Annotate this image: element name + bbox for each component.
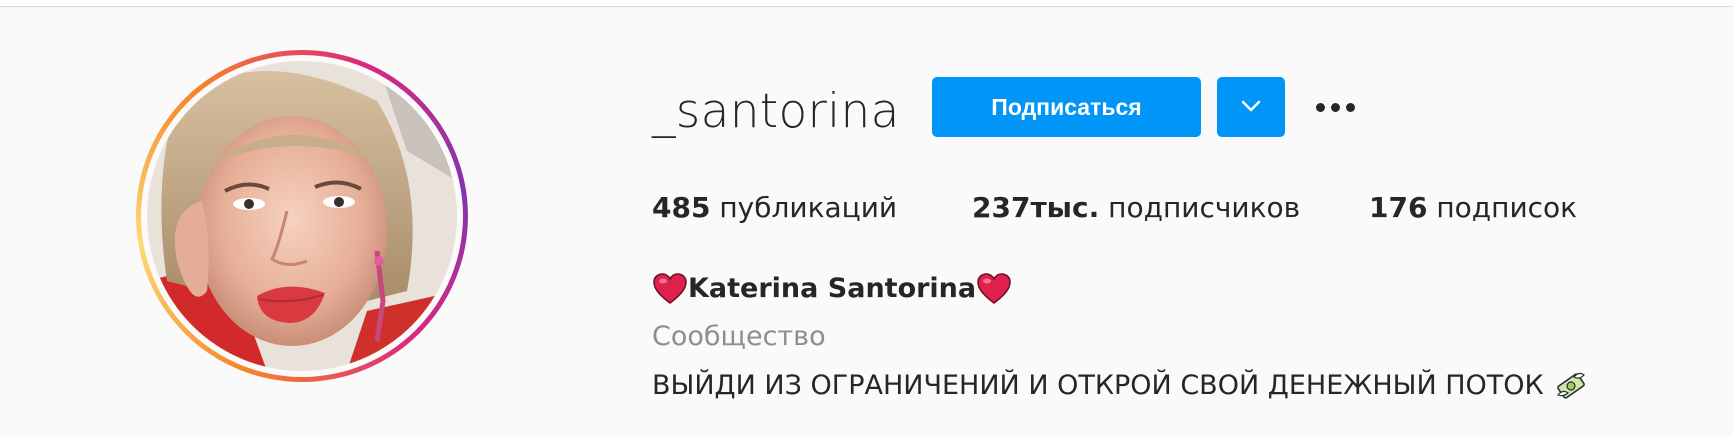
- chevron-down-icon: [1240, 99, 1262, 116]
- money-with-wings-icon: [1554, 369, 1588, 403]
- posts-count-label: публикаций: [719, 191, 898, 224]
- following-count-value: 176: [1369, 191, 1428, 224]
- profile-full-name: Katerina Santorina: [652, 270, 1012, 308]
- posts-count: 485 публикаций: [652, 188, 897, 228]
- profile-avatar-story-ring[interactable]: [136, 50, 468, 382]
- more-horizontal-icon: [1315, 102, 1355, 112]
- profile-username: _santorina: [652, 84, 900, 139]
- followers-count-label: подписчиков: [1108, 191, 1301, 224]
- profile-category: Сообщество: [652, 321, 826, 352]
- red-heart-icon: [652, 272, 688, 306]
- profile-bio: ВЫЙДИ ИЗ ОГРАНИЧЕНИЙ И ОТКРОЙ СВОЙ ДЕНЕЖ…: [652, 366, 1588, 406]
- bio-text: ВЫЙДИ ИЗ ОГРАНИЧЕНИЙ И ОТКРОЙ СВОЙ ДЕНЕЖ…: [652, 370, 1544, 401]
- follow-button[interactable]: Подписаться: [932, 77, 1201, 137]
- following-link[interactable]: 176 подписок: [1369, 188, 1577, 228]
- following-count-label: подписок: [1436, 191, 1578, 224]
- followers-count-value: 237тыс.: [972, 191, 1100, 224]
- full-name-text: Katerina Santorina: [688, 273, 977, 304]
- avatar[interactable]: [147, 61, 457, 371]
- more-options-button[interactable]: [1307, 90, 1363, 124]
- followers-link[interactable]: 237тыс. подписчиков: [972, 188, 1300, 228]
- suggested-accounts-dropdown-button[interactable]: [1217, 77, 1285, 137]
- posts-count-value: 485: [652, 191, 711, 224]
- red-heart-icon: [976, 272, 1012, 306]
- top-divider: [0, 0, 1733, 7]
